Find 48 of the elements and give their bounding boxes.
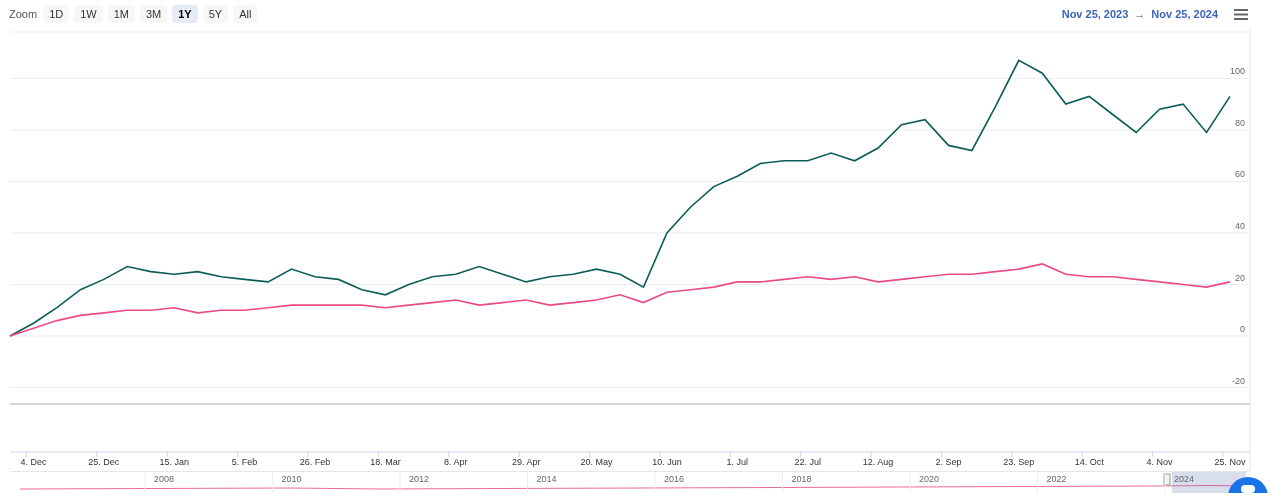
x-tick-label: 22. Jul <box>794 457 821 467</box>
y-tick-label: 20 <box>1235 272 1245 283</box>
x-tick-label: 25. Nov <box>1214 457 1246 467</box>
arrow-text: → <box>1134 6 1146 22</box>
range-button[interactable]: 1D <box>43 5 70 23</box>
navigator-year-label: 2012 <box>409 474 430 484</box>
y-tick-label: -20 <box>1232 375 1245 386</box>
x-tick-label: 26. Feb <box>299 457 331 467</box>
range-button[interactable]: 1W <box>74 5 103 23</box>
x-tick-label: 20. May <box>580 457 613 467</box>
navigator-year-label: 2014 <box>536 474 557 484</box>
y-tick-label: 60 <box>1235 169 1245 180</box>
x-tick-label: 5. Feb <box>231 457 258 467</box>
x-tick-label: 25. Dec <box>88 457 120 467</box>
date-to[interactable]: Nov 25, 2024 <box>1151 5 1218 23</box>
range-button[interactable]: 1Y <box>172 5 198 23</box>
x-tick-label: 23. Sep <box>1003 457 1035 467</box>
date-from[interactable]: Nov 25, 2023 <box>1061 5 1129 23</box>
range-button[interactable]: 1M <box>107 5 135 23</box>
x-tick-label: 29. Apr <box>511 457 541 467</box>
range-button[interactable]: 5Y <box>202 5 229 23</box>
navigator-year-label: 2022 <box>1046 474 1067 484</box>
menu-icon[interactable] <box>1234 8 1248 20</box>
x-tick-label: 15. Jan <box>159 457 189 467</box>
x-tick-label: 1. Jul <box>726 457 749 467</box>
x-tick-label: 2. Sep <box>935 457 962 467</box>
navigator-year-label: 2010 <box>281 474 302 484</box>
navigator-year-label: 2016 <box>664 474 685 484</box>
x-tick-label: 14. Oct <box>1074 457 1104 467</box>
range-button[interactable]: 3M <box>139 5 168 23</box>
range-button[interactable]: All <box>233 5 258 23</box>
navigator-year-label: 2018 <box>791 474 812 484</box>
y-tick-label: 40 <box>1235 221 1245 231</box>
zoom-label: Zoom <box>9 6 38 22</box>
x-tick-label: 4. Dec <box>20 457 47 467</box>
navigator-handle[interactable] <box>1163 473 1171 486</box>
navigator-year-label: 2008 <box>154 474 175 484</box>
y-tick-label: 0 <box>1240 324 1245 335</box>
x-tick-label: 10. Jun <box>652 457 682 467</box>
navigator-year-label: 2020 <box>919 474 940 484</box>
y-tick-label: 80 <box>1235 117 1245 128</box>
x-tick-label: 4. Nov <box>1146 457 1173 467</box>
x-tick-label: 12. Aug <box>862 457 894 467</box>
navigator-year-label: 2024 <box>1174 474 1195 484</box>
x-tick-label: 8. Apr <box>444 457 468 467</box>
x-tick-label: 18. Mar <box>370 457 401 467</box>
chat-icon <box>1241 485 1255 493</box>
y-tick-label: 100 <box>1229 66 1245 77</box>
